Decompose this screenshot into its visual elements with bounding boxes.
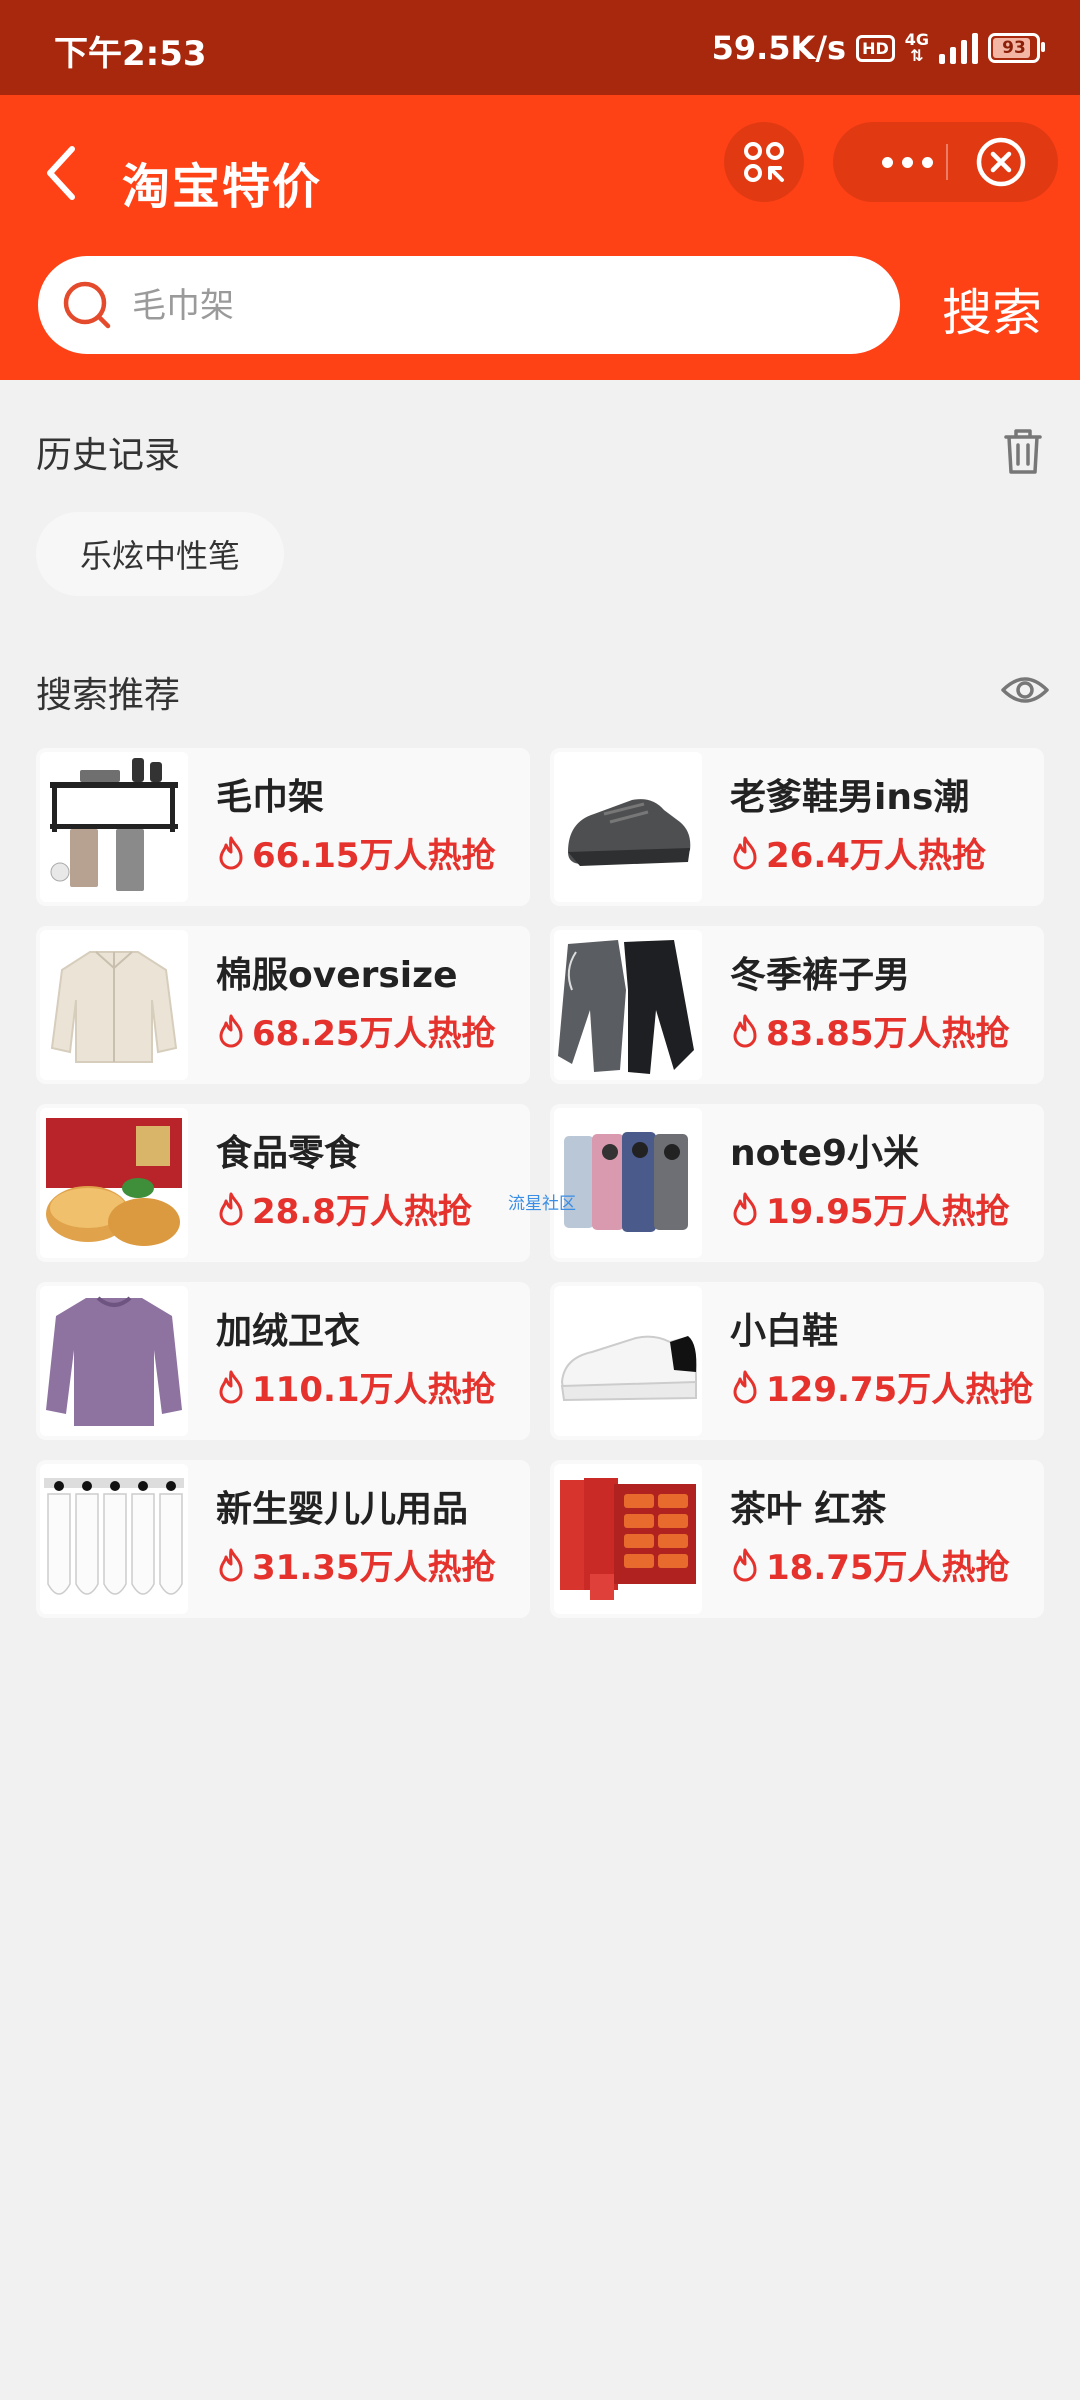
flame-icon bbox=[733, 1370, 757, 1403]
recommend-item[interactable]: 加绒卫衣 110.1万人热抢 bbox=[36, 1282, 530, 1440]
cotton-jacket-image bbox=[40, 930, 188, 1080]
watermark-text: 流星社区 bbox=[508, 1194, 576, 1214]
page-title: 淘宝特价 bbox=[122, 159, 323, 215]
flame-icon bbox=[733, 1548, 757, 1581]
history-chip[interactable]: 乐炫中性笔 bbox=[36, 512, 285, 596]
search-input[interactable] bbox=[130, 274, 854, 338]
heat-count: 26.4万人热抢 bbox=[766, 836, 986, 876]
flame-icon bbox=[219, 1548, 243, 1581]
snack-food-image bbox=[40, 1108, 188, 1258]
heat-indicator: 68.25万人热抢 bbox=[216, 1006, 496, 1055]
sweatshirt-image bbox=[40, 1286, 188, 1436]
recommend-title: 搜索推荐 bbox=[36, 675, 181, 716]
heat-count: 66.15万人热抢 bbox=[252, 836, 496, 876]
battery-icon: 93 bbox=[988, 33, 1045, 63]
dad-shoe-image bbox=[554, 752, 702, 902]
hd-icon: HD bbox=[856, 34, 895, 62]
heat-indicator: 66.15万人热抢 bbox=[216, 828, 496, 877]
recommend-item[interactable]: note9小米 19.95万人热抢 bbox=[550, 1104, 1044, 1262]
heat-indicator: 83.85万人热抢 bbox=[730, 1006, 1010, 1055]
heat-indicator: 26.4万人热抢 bbox=[730, 828, 986, 877]
flame-icon bbox=[219, 836, 243, 869]
recommend-grid: 毛巾架 66.15万人热抢 老爹鞋男ins潮 26.4万人热抢 棉服oversi… bbox=[36, 748, 1044, 1618]
flame-icon bbox=[733, 1014, 757, 1047]
search-icon bbox=[63, 281, 111, 329]
heat-indicator: 18.75万人热抢 bbox=[730, 1540, 1010, 1589]
battery-level: 93 bbox=[1002, 38, 1026, 58]
recommend-item-name: 茶叶 红茶 bbox=[730, 1489, 887, 1530]
heat-indicator: 19.95万人热抢 bbox=[730, 1184, 1010, 1233]
white-shoe-image bbox=[554, 1286, 702, 1436]
heat-count: 19.95万人热抢 bbox=[766, 1192, 1010, 1232]
recommend-item[interactable]: 老爹鞋男ins潮 26.4万人热抢 bbox=[550, 748, 1044, 906]
scan-icon bbox=[744, 142, 784, 182]
recommend-item-name: 老爹鞋男ins潮 bbox=[730, 777, 970, 818]
status-bar: 下午2:53 59.5K/s HD 4G ⇅ 93 bbox=[0, 0, 1080, 95]
heat-count: 28.8万人热抢 bbox=[252, 1192, 472, 1232]
recommend-item-name: 食品零食 bbox=[216, 1133, 361, 1174]
recommend-item-name: note9小米 bbox=[730, 1133, 920, 1174]
search-box bbox=[38, 256, 900, 354]
heat-indicator: 28.8万人热抢 bbox=[216, 1184, 472, 1233]
tea-box-image bbox=[554, 1464, 702, 1614]
heat-count: 110.1万人热抢 bbox=[252, 1370, 496, 1410]
status-indicators: 59.5K/s HD 4G ⇅ 93 bbox=[711, 24, 1045, 72]
nav-bar: 淘宝特价 搜索 bbox=[0, 95, 1080, 380]
recommend-item[interactable]: 毛巾架 66.15万人热抢 bbox=[36, 748, 530, 906]
recommend-item-name: 冬季裤子男 bbox=[730, 955, 911, 996]
trash-icon[interactable] bbox=[1000, 426, 1046, 476]
phones-image bbox=[554, 1108, 702, 1258]
eye-icon[interactable] bbox=[1000, 670, 1050, 710]
heat-count: 31.35万人热抢 bbox=[252, 1548, 496, 1588]
recommend-item[interactable]: 食品零食 28.8万人热抢 bbox=[36, 1104, 530, 1262]
history-title: 历史记录 bbox=[36, 435, 181, 476]
baby-towels-image bbox=[40, 1464, 188, 1614]
flame-icon bbox=[219, 1370, 243, 1403]
flame-icon bbox=[219, 1014, 243, 1047]
back-arrow-icon[interactable] bbox=[38, 131, 88, 215]
mini-program-capsule bbox=[833, 122, 1058, 202]
data-arrows-icon: ⇅ bbox=[910, 46, 924, 65]
recommend-item-name: 小白鞋 bbox=[730, 1311, 839, 1352]
heat-count: 18.75万人热抢 bbox=[766, 1548, 1010, 1588]
flame-icon bbox=[733, 1192, 757, 1225]
heat-indicator: 31.35万人热抢 bbox=[216, 1540, 496, 1589]
towel-rack-image bbox=[40, 752, 188, 902]
signal-icon bbox=[939, 32, 978, 64]
winter-pants-image bbox=[554, 930, 702, 1080]
recommend-item-name: 毛巾架 bbox=[216, 777, 325, 818]
recommend-item-name: 加绒卫衣 bbox=[216, 1311, 361, 1352]
heat-count: 129.75万人热抢 bbox=[766, 1370, 1034, 1410]
recommend-item-name: 新生婴儿儿用品 bbox=[216, 1489, 469, 1530]
flame-icon bbox=[733, 836, 757, 869]
close-circle-icon[interactable] bbox=[973, 134, 1029, 190]
heat-count: 68.25万人热抢 bbox=[252, 1014, 496, 1054]
recommend-item[interactable]: 小白鞋 129.75万人热抢 bbox=[550, 1282, 1044, 1440]
recommend-item[interactable]: 新生婴儿儿用品 31.35万人热抢 bbox=[36, 1460, 530, 1618]
network-speed: 59.5K/s bbox=[711, 29, 847, 67]
heat-count: 83.85万人热抢 bbox=[766, 1014, 1010, 1054]
recommend-item[interactable]: 冬季裤子男 83.85万人热抢 bbox=[550, 926, 1044, 1084]
search-button[interactable]: 搜索 bbox=[942, 273, 1042, 345]
status-time: 下午2:53 bbox=[54, 34, 207, 74]
flame-icon bbox=[219, 1192, 243, 1225]
network-type-icon: 4G ⇅ bbox=[905, 32, 929, 64]
heat-indicator: 129.75万人热抢 bbox=[730, 1362, 1033, 1411]
more-menu-button[interactable] bbox=[867, 122, 947, 202]
recommend-item[interactable]: 茶叶 红茶 18.75万人热抢 bbox=[550, 1460, 1044, 1618]
scan-button[interactable] bbox=[724, 122, 804, 202]
recommend-item-name: 棉服oversize bbox=[216, 955, 458, 996]
recommend-item[interactable]: 棉服oversize 68.25万人热抢 bbox=[36, 926, 530, 1084]
heat-indicator: 110.1万人热抢 bbox=[216, 1362, 496, 1411]
